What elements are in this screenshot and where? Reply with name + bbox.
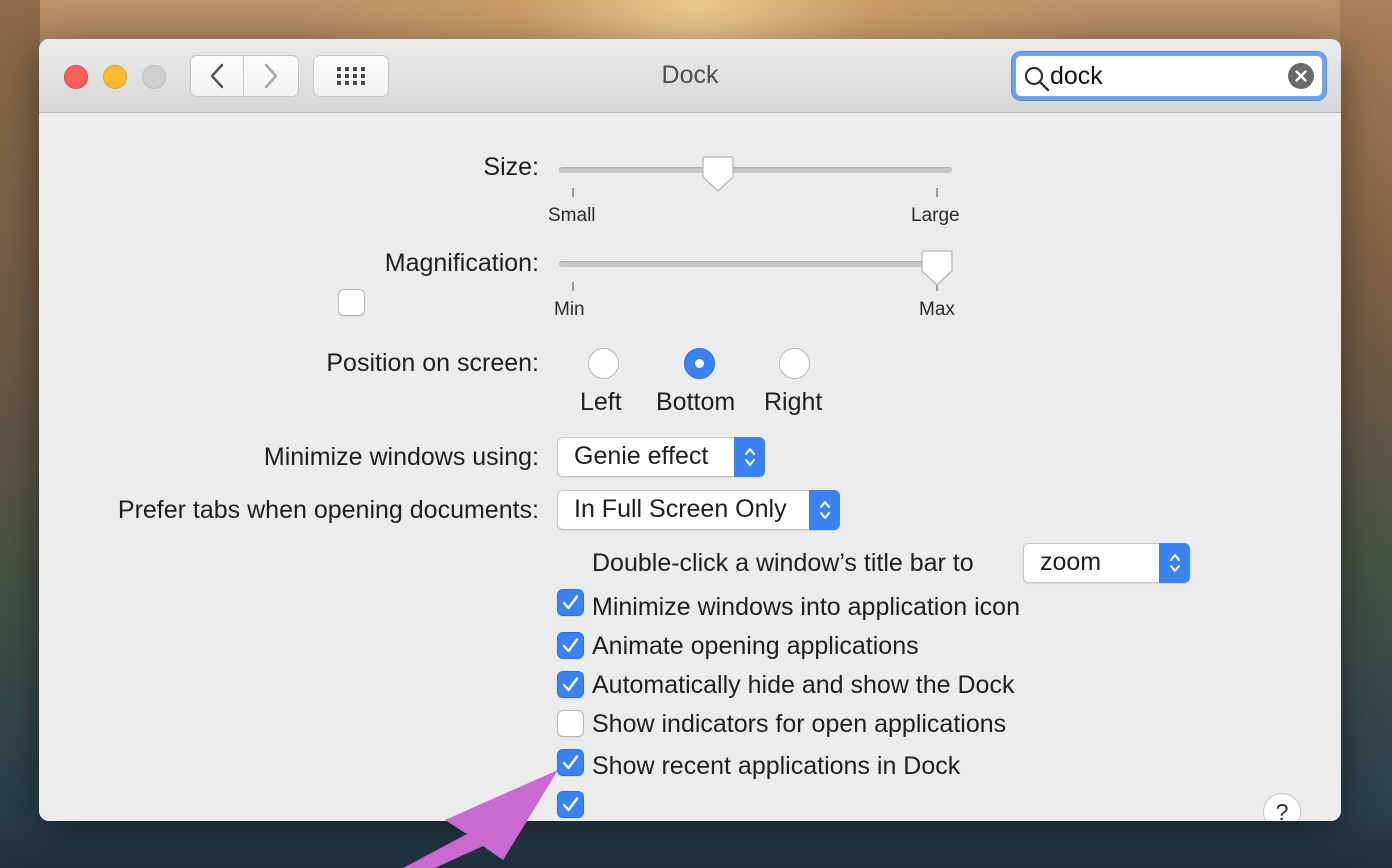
minimize-into-icon-label: Minimize windows into application icon [592, 593, 1020, 621]
checkmark-icon [562, 677, 579, 692]
close-icon [1295, 70, 1307, 82]
prefer-tabs-popup[interactable]: In Full Screen Only [557, 490, 840, 530]
magnification-min-label: Min [554, 299, 585, 320]
minimize-effect-popup[interactable]: Genie effect [557, 437, 765, 477]
size-slider-thumb[interactable] [701, 155, 735, 193]
title-bar: Dock [39, 39, 1341, 113]
double-click-checkbox[interactable] [557, 589, 584, 616]
minimize-effect-value: Genie effect [574, 442, 709, 470]
prefer-tabs-value: In Full Screen Only [574, 495, 787, 523]
updown-arrows-icon [734, 437, 765, 477]
system-preferences-window: Dock Size: Small Large [39, 39, 1341, 821]
animate-opening-checkbox[interactable] [557, 671, 584, 698]
desktop-wallpaper-right [1340, 0, 1392, 868]
position-left-radio[interactable] [588, 348, 619, 379]
size-slider-tick [936, 188, 938, 197]
autohide-dock-checkbox[interactable] [557, 710, 584, 737]
autohide-dock-label: Automatically hide and show the Dock [592, 671, 1015, 699]
search-input[interactable] [1050, 60, 1290, 92]
size-slider-track[interactable] [559, 167, 952, 173]
position-bottom-label: Bottom [656, 388, 736, 416]
magnification-checkbox[interactable] [338, 289, 365, 316]
magnification-slider-track[interactable] [559, 261, 952, 267]
search-icon [1024, 66, 1050, 92]
size-min-label: Small [548, 205, 596, 226]
double-click-action-popup[interactable]: zoom [1023, 543, 1190, 583]
animate-opening-label: Animate opening applications [592, 632, 919, 660]
help-button[interactable]: ? [1263, 793, 1301, 821]
position-bottom-radio[interactable] [684, 348, 715, 379]
position-label: Position on screen: [326, 349, 539, 377]
dock-preferences-pane: Size: Small Large Magnification: Min Max… [39, 113, 1341, 821]
minimize-into-icon-checkbox[interactable] [557, 632, 584, 659]
magnification-slider-thumb[interactable] [920, 249, 954, 287]
prefer-tabs-label: Prefer tabs when opening documents: [117, 496, 539, 524]
size-max-label: Large [911, 205, 960, 226]
checkmark-icon [562, 638, 579, 653]
checkmark-icon [562, 595, 579, 610]
updown-arrows-icon [809, 490, 840, 530]
clear-search-button[interactable] [1288, 63, 1314, 89]
magnification-label: Magnification: [384, 249, 539, 277]
desktop-wallpaper-left [0, 0, 40, 868]
desktop-wallpaper-bottom [0, 820, 1392, 868]
double-click-label: Double-click a window’s title bar to [592, 549, 974, 577]
magnification-slider-tick [572, 282, 574, 291]
position-right-radio[interactable] [779, 348, 810, 379]
magnification-max-label: Max [919, 299, 955, 320]
annotation-arrow-icon [403, 770, 558, 868]
size-slider-tick [572, 188, 574, 197]
position-left-label: Left [580, 388, 622, 416]
updown-arrows-icon [1159, 543, 1190, 583]
minimize-label: Minimize windows using: [263, 443, 539, 471]
size-label: Size: [483, 153, 539, 181]
position-right-label: Right [764, 388, 823, 416]
search-field[interactable] [1012, 52, 1326, 100]
show-recent-apps-label: Show recent applications in Dock [592, 752, 961, 780]
double-click-action-value: zoom [1040, 548, 1102, 576]
show-indicators-label: Show indicators for open applications [592, 710, 1007, 738]
